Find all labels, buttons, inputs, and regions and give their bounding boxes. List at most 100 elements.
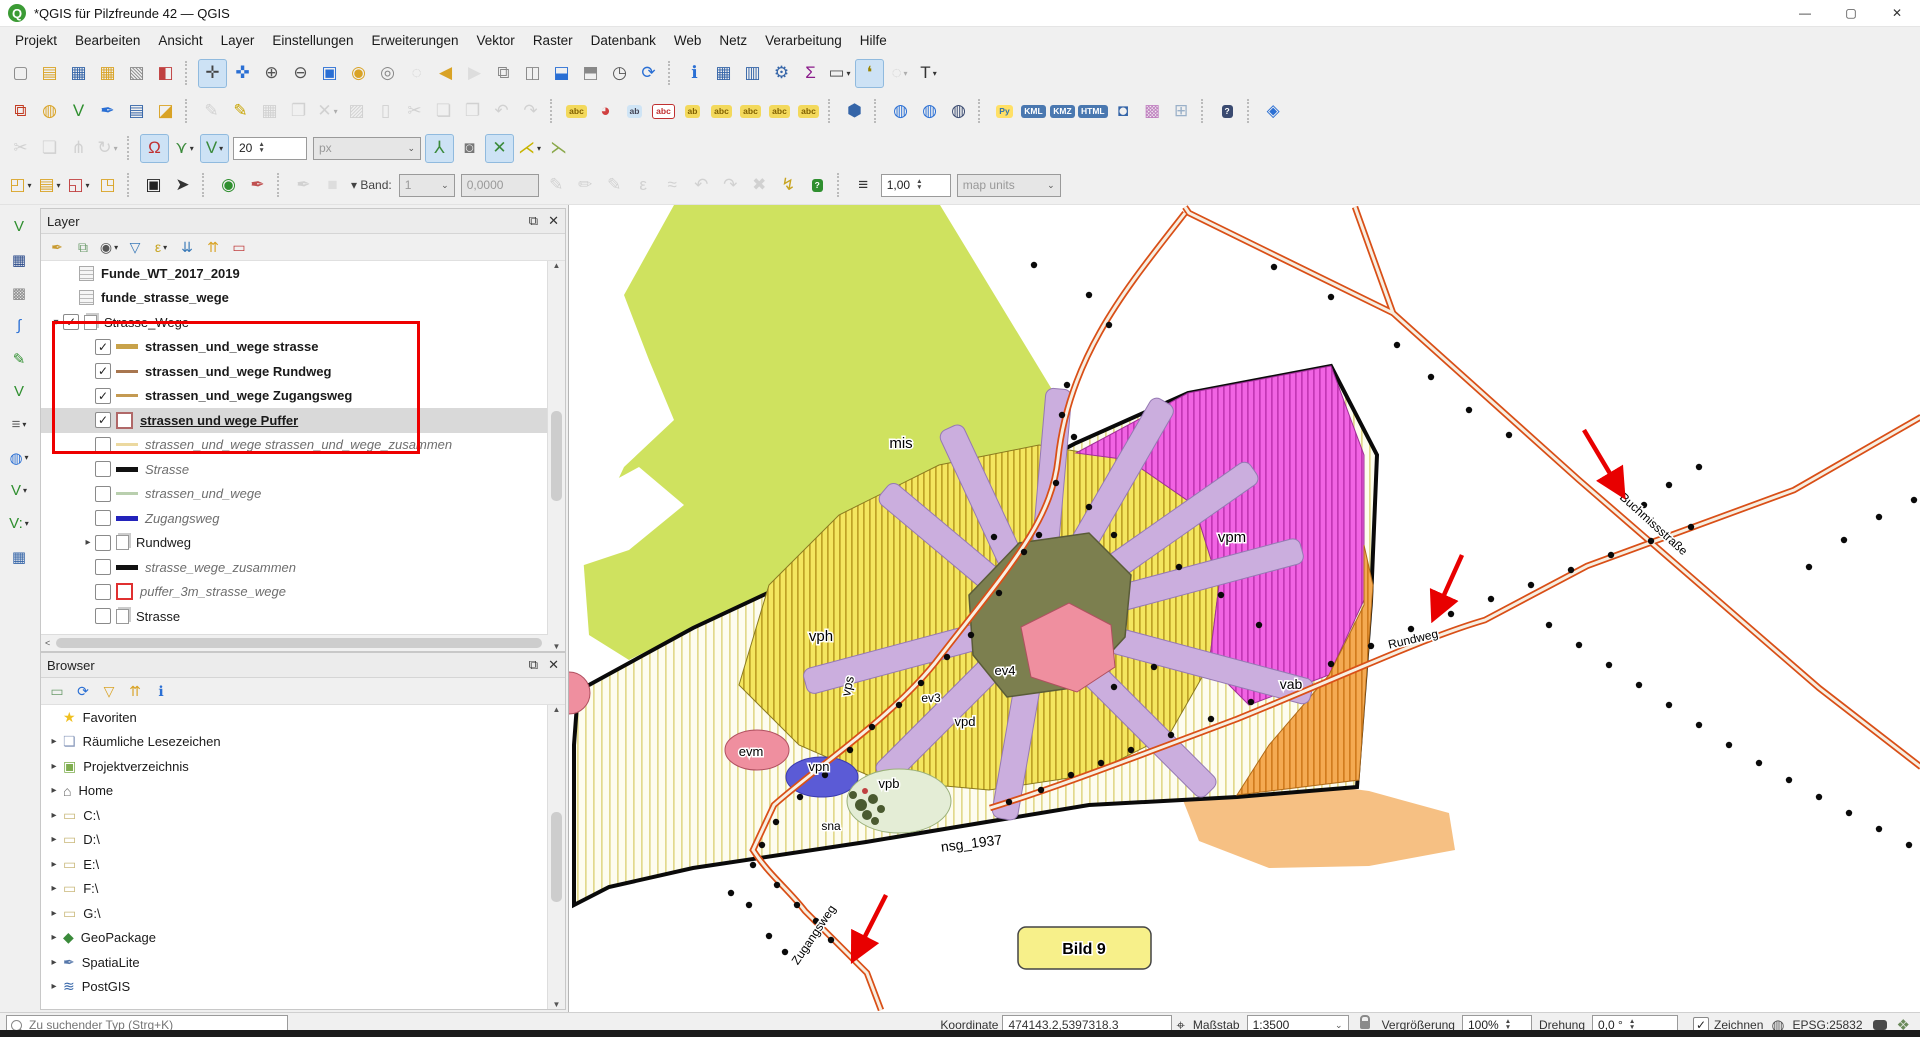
maximize-button[interactable]: ▢ bbox=[1828, 0, 1874, 26]
save-project[interactable]: ▦ bbox=[65, 60, 92, 87]
raster-pencil-c[interactable]: ✎ bbox=[601, 172, 628, 199]
tree-arrow-icon[interactable]: ▸ bbox=[47, 859, 61, 870]
html-export[interactable]: HTML bbox=[1078, 98, 1108, 125]
select-by-form[interactable]: ▤▾ bbox=[36, 172, 63, 199]
dock-digitize-v[interactable]: V bbox=[6, 213, 33, 240]
change-label[interactable]: abc bbox=[795, 98, 822, 125]
browser-item-f-[interactable]: ▸▭F:\ bbox=[41, 877, 548, 902]
raster-blend[interactable]: ✖ bbox=[746, 172, 773, 199]
pin-labels[interactable]: ab bbox=[621, 98, 648, 125]
filter-expression[interactable]: ε▾ bbox=[150, 236, 172, 258]
map-styler[interactable]: ✒ bbox=[244, 172, 271, 199]
redo[interactable]: ↷ bbox=[517, 98, 544, 125]
add-layer-globe[interactable]: ◍ bbox=[36, 98, 63, 125]
wms-search[interactable]: ◍ bbox=[916, 98, 943, 125]
deselect-features[interactable]: ◱▾ bbox=[65, 172, 92, 199]
tree-arrow-icon[interactable]: ▸ bbox=[47, 908, 61, 919]
browser-item-d-[interactable]: ▸▭D:\ bbox=[41, 828, 548, 853]
layer-checkbox[interactable]: ✓ bbox=[63, 314, 79, 330]
pan-to-selection[interactable]: ✜ bbox=[229, 60, 256, 87]
layer-checkbox[interactable] bbox=[95, 608, 111, 624]
menu-hilfe[interactable]: Hilfe bbox=[851, 29, 896, 52]
kmz-export[interactable]: KMZ bbox=[1049, 98, 1076, 125]
raster-dropper[interactable]: ✒ bbox=[290, 172, 317, 199]
color-grid[interactable]: ▩ bbox=[1139, 98, 1166, 125]
expand-all[interactable]: ⇊ bbox=[176, 236, 198, 258]
move-label[interactable]: ab bbox=[679, 98, 706, 125]
cursor-capture[interactable]: ➤ bbox=[169, 172, 196, 199]
dock-hook[interactable]: ∫ bbox=[6, 312, 33, 339]
menu-layer[interactable]: Layer bbox=[212, 29, 264, 52]
snap-unit[interactable]: px⌄ bbox=[313, 137, 421, 160]
layer-checkbox[interactable] bbox=[95, 535, 111, 551]
menu-web[interactable]: Web bbox=[665, 29, 711, 52]
zoom-last[interactable]: ◀ bbox=[432, 60, 459, 87]
dock-checker[interactable]: ▩ bbox=[6, 279, 33, 306]
layer-checkbox[interactable] bbox=[95, 486, 111, 502]
measure-line[interactable]: ▭▾ bbox=[826, 60, 853, 87]
save-project-as[interactable]: ▦ bbox=[94, 60, 121, 87]
delete-selected[interactable]: ▯ bbox=[372, 98, 399, 125]
collapse-browser[interactable]: ⇈ bbox=[124, 680, 146, 702]
layer-item-strasse-wege-zusammen[interactable]: strasse_wege_zusammen bbox=[41, 555, 548, 580]
manage-visibility[interactable]: ◉▾ bbox=[98, 236, 120, 258]
map-tips[interactable]: ❛ bbox=[855, 59, 884, 88]
advanced-cut[interactable]: ✂ bbox=[7, 135, 34, 162]
layer-item-puffer-3m-strasse-wege[interactable]: puffer_3m_strasse_wege bbox=[41, 580, 548, 605]
modify-attributes[interactable]: ▨ bbox=[343, 98, 370, 125]
raster-pencil-b[interactable]: ✏ bbox=[572, 172, 599, 199]
zoom-full-extent[interactable]: ▣ bbox=[316, 60, 343, 87]
new-shapefile-layer[interactable]: V bbox=[65, 98, 92, 125]
zoom-next[interactable]: ▶ bbox=[461, 60, 488, 87]
band-combo[interactable]: 1⌄ bbox=[399, 174, 455, 197]
new-virtual-layer[interactable]: ◪ bbox=[152, 98, 179, 125]
highlight-labels[interactable]: abc bbox=[650, 98, 677, 125]
layer-item-strasse[interactable]: Strasse bbox=[41, 604, 548, 629]
open-project[interactable]: ▤ bbox=[36, 60, 63, 87]
show-bookmarks[interactable]: ⬒ bbox=[577, 60, 604, 87]
browser-panel-float-icon[interactable]: ⧉ bbox=[529, 657, 538, 673]
tree-arrow-icon[interactable]: ▸ bbox=[47, 761, 61, 772]
dock-blue-box[interactable]: ▦ bbox=[6, 246, 33, 273]
messages-icon[interactable] bbox=[1873, 1020, 1887, 1030]
show-hide-labels[interactable]: abc bbox=[708, 98, 735, 125]
layer-checkbox[interactable] bbox=[95, 559, 111, 575]
layer-labeling-options[interactable]: ◕ bbox=[592, 98, 619, 125]
move-label-2[interactable]: abc bbox=[737, 98, 764, 125]
dock-v[interactable]: V bbox=[6, 378, 33, 405]
layer-item-strassen-und-wege-strasse[interactable]: ✓strassen_und_wege strasse bbox=[41, 335, 548, 360]
tree-arrow-icon[interactable]: ▸ bbox=[47, 957, 61, 968]
grid-star[interactable]: ⊞ bbox=[1168, 98, 1195, 125]
layer-checkbox[interactable]: ✓ bbox=[95, 339, 111, 355]
add-selected-layers[interactable]: ▭ bbox=[46, 680, 68, 702]
dock-globe[interactable]: ◍▾ bbox=[6, 444, 33, 471]
raster-redo[interactable]: ↷ bbox=[717, 172, 744, 199]
avoid-overlap[interactable]: ◙ bbox=[456, 135, 483, 162]
raster-pencil-a[interactable]: ✎ bbox=[543, 172, 570, 199]
check-geometries[interactable]: ◈ bbox=[1260, 98, 1287, 125]
enable-tracing[interactable]: ⋌▾ bbox=[516, 135, 543, 162]
filter-legend[interactable]: ▽ bbox=[124, 236, 146, 258]
help-contents[interactable]: ? bbox=[1214, 98, 1241, 125]
stroke-unit[interactable]: map units⌄ bbox=[957, 174, 1061, 197]
enable-snapping[interactable]: Ω bbox=[140, 134, 169, 163]
filter-browser[interactable]: ▽ bbox=[98, 680, 120, 702]
browser-item-g-[interactable]: ▸▭G:\ bbox=[41, 901, 548, 926]
wms-add[interactable]: ◍ bbox=[887, 98, 914, 125]
select-by-location[interactable]: ◳ bbox=[94, 172, 121, 199]
map-canvas[interactable]: misvpmvphvpsev3ev4vpdevmvpnvpbsnansg_193… bbox=[568, 205, 1920, 1012]
layer-item-strassen-und-wege[interactable]: strassen_und_wege bbox=[41, 482, 548, 507]
tree-arrow-icon[interactable]: ▸ bbox=[47, 785, 61, 796]
layer-item-strasse-wege[interactable]: ▾✓Strasse_Wege bbox=[41, 310, 548, 335]
tree-arrow-icon[interactable]: ▾ bbox=[49, 317, 63, 328]
browser-item-spatialite[interactable]: ▸✒SpatiaLite bbox=[41, 950, 548, 975]
snap-tolerance[interactable]: 20▲▼ bbox=[233, 137, 307, 160]
snap-vertex[interactable]: V▾ bbox=[200, 134, 229, 163]
vertex-tool[interactable]: ✕▾ bbox=[314, 98, 341, 125]
zoom-out[interactable]: ⊖ bbox=[287, 60, 314, 87]
new-spatial-bookmark[interactable]: ⬓ bbox=[548, 60, 575, 87]
snap-intersection[interactable]: ✕ bbox=[485, 134, 514, 163]
browser-panel-vscrollbar[interactable]: ▲▼ bbox=[547, 705, 565, 1009]
zoom-to-selection[interactable]: ◉ bbox=[345, 60, 372, 87]
dock-v-colon[interactable]: V:▾ bbox=[6, 510, 33, 537]
